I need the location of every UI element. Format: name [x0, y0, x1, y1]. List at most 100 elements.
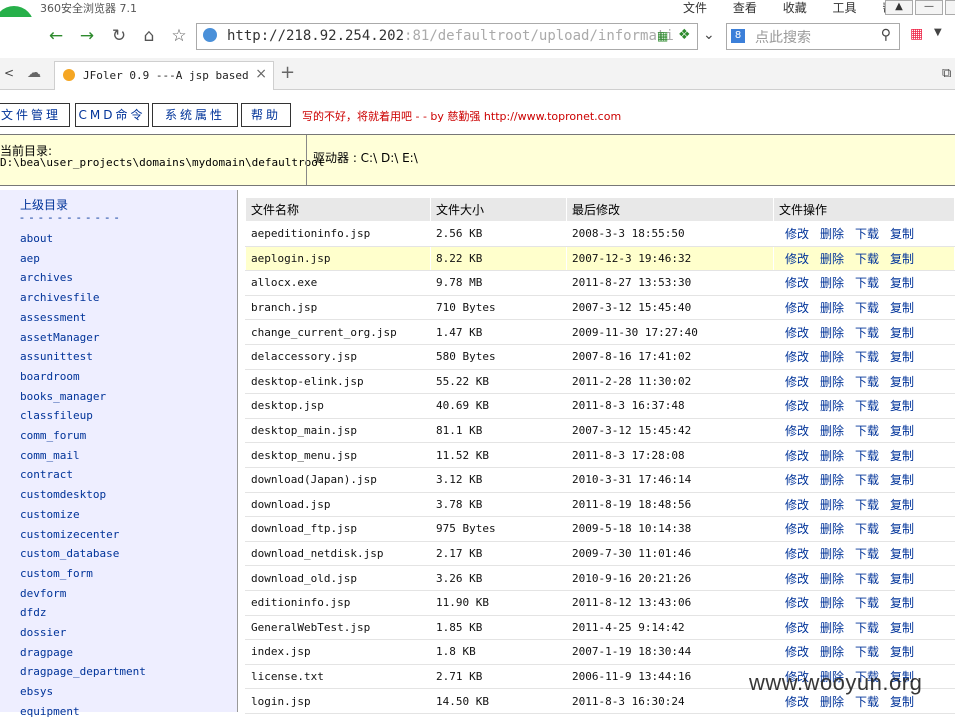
dir-link[interactable]: classfileup: [20, 409, 93, 422]
delete-link[interactable]: 删除: [820, 399, 844, 413]
download-link[interactable]: 下载: [855, 350, 879, 364]
edit-link[interactable]: 修改: [785, 449, 809, 463]
dir-link[interactable]: ebsys: [20, 685, 53, 698]
file-name[interactable]: aeplogin.jsp: [245, 245, 431, 272]
dir-link[interactable]: custom_database: [20, 547, 119, 560]
dir-link[interactable]: books_manager: [20, 390, 106, 403]
file-name[interactable]: GeneralWebTest.jsp: [245, 614, 431, 641]
close-icon[interactable]: ×: [255, 66, 267, 82]
file-name[interactable]: index.jsp: [245, 639, 431, 665]
edit-link[interactable]: 修改: [785, 596, 809, 610]
edit-link[interactable]: 修改: [785, 399, 809, 413]
edit-link[interactable]: 修改: [785, 350, 809, 364]
file-name[interactable]: download_netdisk.jsp: [245, 540, 431, 567]
edit-link[interactable]: 修改: [785, 695, 809, 709]
new-tab-button[interactable]: +: [280, 62, 295, 83]
file-name[interactable]: aepeditioninfo.jsp: [245, 221, 431, 247]
copy-link[interactable]: 复制: [890, 473, 914, 487]
download-link[interactable]: 下载: [855, 547, 879, 561]
edit-link[interactable]: 修改: [785, 375, 809, 389]
dir-link[interactable]: comm_mail: [20, 449, 80, 462]
download-link[interactable]: 下载: [855, 424, 879, 438]
download-link[interactable]: 下载: [855, 645, 879, 659]
edit-link[interactable]: 修改: [785, 621, 809, 635]
copy-link[interactable]: 复制: [890, 645, 914, 659]
copy-link[interactable]: 复制: [890, 572, 914, 586]
tab-list-icon[interactable]: ⧉: [942, 66, 951, 81]
download-link[interactable]: 下载: [855, 326, 879, 340]
nav-system-properties[interactable]: 系统属性: [152, 103, 238, 127]
file-name[interactable]: allocx.exe: [245, 270, 431, 296]
pin-icon[interactable]: ▲: [885, 0, 913, 15]
dir-link[interactable]: boardroom: [20, 370, 80, 383]
edit-link[interactable]: 修改: [785, 645, 809, 659]
download-link[interactable]: 下载: [855, 695, 879, 709]
menu-file[interactable]: 文件: [683, 1, 707, 15]
copy-link[interactable]: 复制: [890, 547, 914, 561]
delete-link[interactable]: 删除: [820, 449, 844, 463]
edit-link[interactable]: 修改: [785, 276, 809, 290]
file-name[interactable]: login.jsp: [245, 688, 431, 714]
copy-link[interactable]: 复制: [890, 621, 914, 635]
delete-link[interactable]: 删除: [820, 498, 844, 512]
minimize-button[interactable]: —: [915, 0, 943, 15]
apps-dropdown-icon[interactable]: ▼: [934, 27, 942, 38]
delete-link[interactable]: 删除: [820, 252, 844, 266]
download-link[interactable]: 下载: [855, 276, 879, 290]
copy-link[interactable]: 复制: [890, 375, 914, 389]
download-link[interactable]: 下载: [855, 227, 879, 241]
dir-link[interactable]: equipment: [20, 705, 80, 718]
download-link[interactable]: 下载: [855, 301, 879, 315]
dir-link[interactable]: devform: [20, 587, 66, 600]
delete-link[interactable]: 删除: [820, 301, 844, 315]
download-link[interactable]: 下载: [855, 498, 879, 512]
col-header-size[interactable]: 文件大小: [430, 197, 567, 222]
file-name[interactable]: download.jsp: [245, 491, 431, 518]
file-name[interactable]: desktop_menu.jsp: [245, 442, 431, 468]
delete-link[interactable]: 删除: [820, 695, 844, 709]
file-name[interactable]: license.txt: [245, 663, 431, 690]
menu-favorites[interactable]: 收藏: [783, 1, 807, 15]
col-header-modified[interactable]: 最后修改: [566, 197, 774, 222]
copy-link[interactable]: 复制: [890, 596, 914, 610]
download-link[interactable]: 下载: [855, 399, 879, 413]
copy-link[interactable]: 复制: [890, 695, 914, 709]
home-icon[interactable]: ⌂: [137, 25, 161, 47]
download-link[interactable]: 下载: [855, 572, 879, 586]
edit-link[interactable]: 修改: [785, 252, 809, 266]
dir-link[interactable]: contract: [20, 468, 73, 481]
delete-link[interactable]: 删除: [820, 473, 844, 487]
download-link[interactable]: 下载: [855, 375, 879, 389]
copy-link[interactable]: 复制: [890, 301, 914, 315]
cloud-icon[interactable]: ☁: [27, 65, 41, 81]
browser-tab[interactable]: JFoler 0.9 ---A jsp based web folder ×: [54, 61, 274, 90]
delete-link[interactable]: 删除: [820, 645, 844, 659]
copy-link[interactable]: 复制: [890, 424, 914, 438]
nav-help[interactable]: 帮助: [241, 103, 291, 127]
forward-arrow-icon[interactable]: →: [75, 25, 99, 47]
delete-link[interactable]: 删除: [820, 547, 844, 561]
file-name[interactable]: delaccessory.jsp: [245, 343, 431, 370]
delete-link[interactable]: 删除: [820, 227, 844, 241]
delete-link[interactable]: 删除: [820, 424, 844, 438]
download-link[interactable]: 下载: [855, 621, 879, 635]
edit-link[interactable]: 修改: [785, 301, 809, 315]
copy-link[interactable]: 复制: [890, 326, 914, 340]
dir-link[interactable]: assessment: [20, 311, 86, 324]
security-icon[interactable]: ❖: [678, 27, 691, 43]
dir-link[interactable]: customizecenter: [20, 528, 119, 541]
file-name[interactable]: branch.jsp: [245, 294, 431, 321]
copy-link[interactable]: 复制: [890, 522, 914, 536]
delete-link[interactable]: 删除: [820, 596, 844, 610]
dir-link[interactable]: dragpage_department: [20, 665, 146, 678]
file-name[interactable]: change_current_org.jsp: [245, 319, 431, 345]
file-name[interactable]: download_ftp.jsp: [245, 516, 431, 542]
refresh-icon[interactable]: ↻: [107, 25, 131, 47]
dir-link[interactable]: archives: [20, 271, 73, 284]
download-link[interactable]: 下载: [855, 252, 879, 266]
dir-link[interactable]: customize: [20, 508, 80, 521]
copy-link[interactable]: 复制: [890, 227, 914, 241]
edit-link[interactable]: 修改: [785, 227, 809, 241]
dir-link[interactable]: customdesktop: [20, 488, 106, 501]
copy-link[interactable]: 复制: [890, 276, 914, 290]
